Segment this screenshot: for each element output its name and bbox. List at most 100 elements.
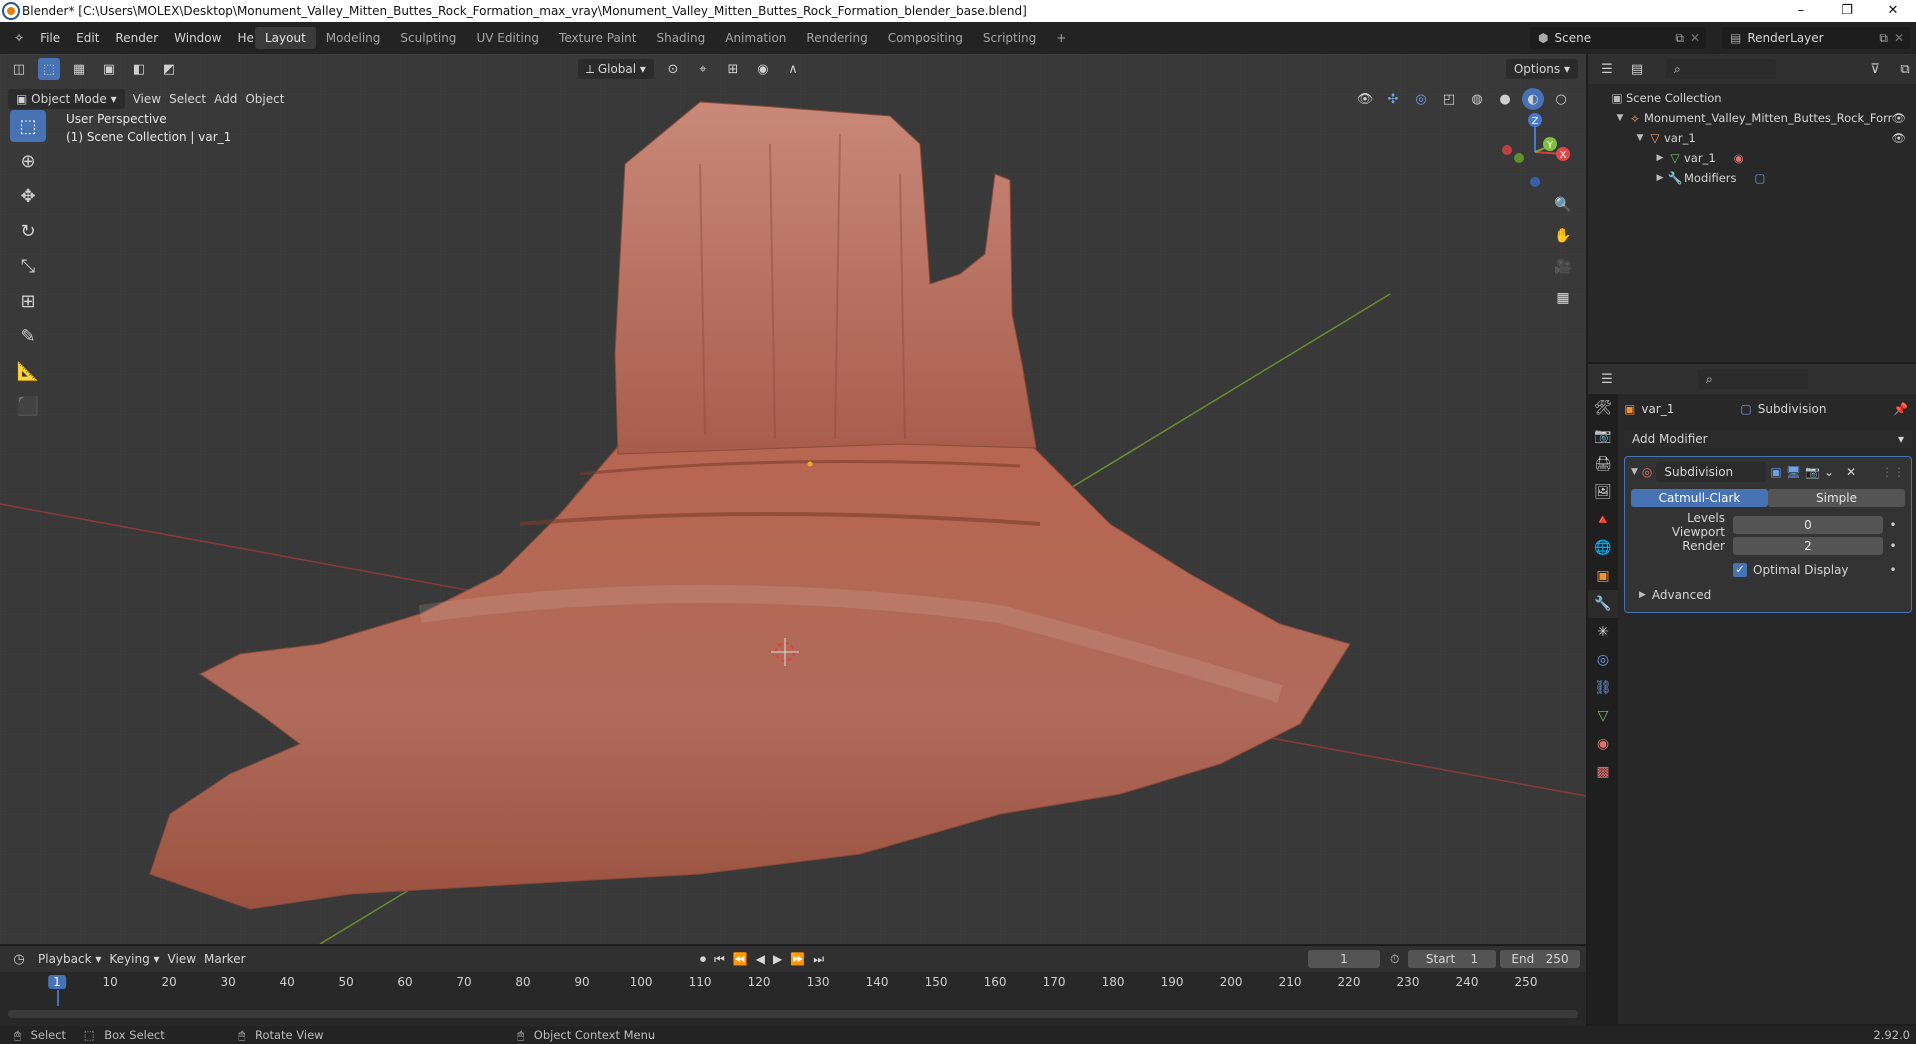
render-toggle-icon[interactable]: 📷 [1805,465,1820,479]
new-render-layer-icon[interactable]: ⧉ [1879,27,1888,49]
remove-modifier-icon[interactable]: ✕ [1846,465,1856,479]
remove-render-layer-icon[interactable]: ✕ [1894,27,1904,49]
simple-button[interactable]: Simple [1768,489,1905,507]
shading-solid-icon[interactable]: ● [1494,88,1516,110]
edit-mode-toggle-icon[interactable]: ▣ [1770,465,1781,479]
select-set-icon[interactable]: ▦ [68,58,90,80]
annotate-tool-icon[interactable]: ✎ [10,320,46,352]
keyframe-dot-icon[interactable]: • [1883,539,1903,553]
frame-ruler[interactable]: 1 10 20 30 40 50 60 70 80 90 100 110 120 130 140 150 160… [0,972,1586,1006]
transform-orientation-dropdown[interactable]: ⟂ Global ▾ [578,59,654,79]
world-tab-icon[interactable]: 🌐 [1588,534,1618,562]
pivot-icon[interactable]: ⊙ [662,58,684,80]
timeline-scrollbar[interactable] [8,1010,1578,1018]
data-tab-icon[interactable]: ▽ [1588,702,1618,730]
outliner-editor-type-icon[interactable]: ☰ [1596,58,1618,80]
measure-tool-icon[interactable]: 📐 [10,355,46,387]
gizmo-toggle-icon[interactable]: ✣ [1382,88,1404,110]
scene-tab-icon[interactable]: 🔺 [1588,506,1618,534]
catmull-clark-button[interactable]: Catmull-Clark [1631,489,1768,507]
xray-icon[interactable]: ◰ [1438,88,1460,110]
tab-scripting[interactable]: Scripting [973,27,1046,49]
zoom-icon[interactable]: 🔍 [1550,192,1576,218]
outliner-scene-collection[interactable]: ▣ Scene Collection [1588,88,1916,108]
select-box-tool-icon[interactable]: ⬚ [10,110,46,142]
add-cube-tool-icon[interactable]: ⬛ [10,390,46,422]
start-frame-input[interactable]: Start 1 [1408,950,1496,968]
outliner-item-var1[interactable]: ▼ ▽ var_1 👁 [1588,128,1916,148]
menu-render[interactable]: Render [107,22,166,54]
editor-type-icon[interactable]: ◫ [8,58,30,80]
viewport-toggle-icon[interactable]: 🖥 [1786,465,1801,479]
timeline-menu-marker[interactable]: Marker [204,952,245,966]
transform-tool-icon[interactable]: ⊞ [10,285,46,317]
close-button[interactable]: ✕ [1870,0,1916,22]
current-frame-input[interactable]: 1 [1308,950,1380,968]
timeline-menu-keying[interactable]: Keying ▾ [109,952,159,966]
output-tab-icon[interactable]: 🖨 [1588,450,1618,478]
levels-viewport-input[interactable]: 0 [1733,516,1883,534]
prev-keyframe-icon[interactable]: ⏪ [733,952,748,966]
pin-icon[interactable]: 📌 [1893,402,1908,416]
add-workspace-button[interactable]: + [1046,27,1076,49]
restore-button[interactable]: ❐ [1824,0,1870,22]
visibility-eye-icon[interactable]: 👁 [1891,131,1906,145]
gizmo-neg-y-icon[interactable] [1514,153,1524,163]
remove-scene-icon[interactable]: ✕ [1690,27,1700,49]
modifier-name-input[interactable]: Subdivision [1656,462,1767,482]
modifier-tab-icon[interactable]: 🔧 [1588,590,1618,618]
mode-dropdown[interactable]: ▣ Object Mode ▾ [8,89,125,109]
tab-compositing[interactable]: Compositing [878,27,973,49]
end-frame-input[interactable]: End 250 [1500,950,1580,968]
tab-animation[interactable]: Animation [715,27,796,49]
next-keyframe-icon[interactable]: ⏩ [790,952,805,966]
modifier-menu-icon[interactable]: ⌄ [1824,465,1834,479]
constraints-tab-icon[interactable]: ⛓ [1588,674,1618,702]
viewport-menu-view[interactable]: View [133,92,161,106]
tab-sculpting[interactable]: Sculpting [390,27,466,49]
tab-shading[interactable]: Shading [646,27,715,49]
viewport-menu-add[interactable]: Add [214,92,237,106]
render-tab-icon[interactable]: 📷 [1588,422,1618,450]
viewport-menu-select[interactable]: Select [169,92,206,106]
add-modifier-dropdown[interactable]: Add Modifier ▾ [1624,430,1912,448]
menu-edit[interactable]: Edit [68,22,107,54]
outliner-search-input[interactable]: ⌕ [1666,59,1776,79]
timeline-menu-playback[interactable]: Playback ▾ [38,952,101,966]
expand-arrow-icon[interactable]: ▶ [1654,153,1666,163]
expand-arrow-icon[interactable]: ▶ [1654,173,1666,183]
timeline-editor-type-icon[interactable]: ◷ [8,948,30,970]
gizmo-neg-x-icon[interactable] [1502,145,1512,155]
snap-target-icon[interactable]: ⊞ [722,58,744,80]
new-scene-icon[interactable]: ⧉ [1675,27,1684,49]
visibility-icon[interactable]: 👁 [1354,88,1376,110]
outliner-item-collection[interactable]: ▼ ⟡ Monument_Valley_Mitten_Buttes_Rock_F… [1588,108,1916,128]
falloff-icon[interactable]: ∧ [782,58,804,80]
object-tab-icon[interactable]: ▣ [1588,562,1618,590]
display-mode-icon[interactable]: ▤ [1626,58,1648,80]
render-levels-input[interactable]: 2 [1733,537,1883,555]
menu-file[interactable]: File [32,22,68,54]
tab-texture-paint[interactable]: Texture Paint [549,27,646,49]
select-extend-icon[interactable]: ▣ [98,58,120,80]
new-collection-icon[interactable]: ⧉ [1894,58,1916,80]
select-intersect-icon[interactable]: ◩ [158,58,180,80]
shading-rendered-icon[interactable]: ○ [1550,88,1572,110]
move-tool-icon[interactable]: ✥ [10,180,46,212]
play-reverse-icon[interactable]: ◀ [756,952,765,966]
scale-tool-icon[interactable]: ⤡ [10,250,46,282]
viewport-menu-object[interactable]: Object [245,92,284,106]
pan-hand-icon[interactable]: ✋ [1550,223,1576,249]
collapse-arrow-icon[interactable]: ▼ [1631,467,1638,477]
proportional-edit-icon[interactable]: ◉ [752,58,774,80]
record-icon[interactable]: ⏺ [700,952,706,967]
minimize-button[interactable]: – [1778,0,1824,22]
playhead[interactable] [57,990,59,1006]
3d-viewport[interactable]: Z X Y ◫ ⬚ ▦ ▣ ◧ ◩ ⟂ Global ▾ ⊙ ⌖ ⊞ ◉ ∧ O… [0,54,1586,944]
camera-view-icon[interactable]: 🎥 [1550,254,1576,280]
properties-editor-type-icon[interactable]: ☰ [1596,368,1618,390]
properties-search-input[interactable]: ⌕ [1698,369,1808,389]
select-subtract-icon[interactable]: ◧ [128,58,150,80]
rotate-tool-icon[interactable]: ↻ [10,215,46,247]
expand-arrow-icon[interactable]: ▼ [1634,133,1646,143]
